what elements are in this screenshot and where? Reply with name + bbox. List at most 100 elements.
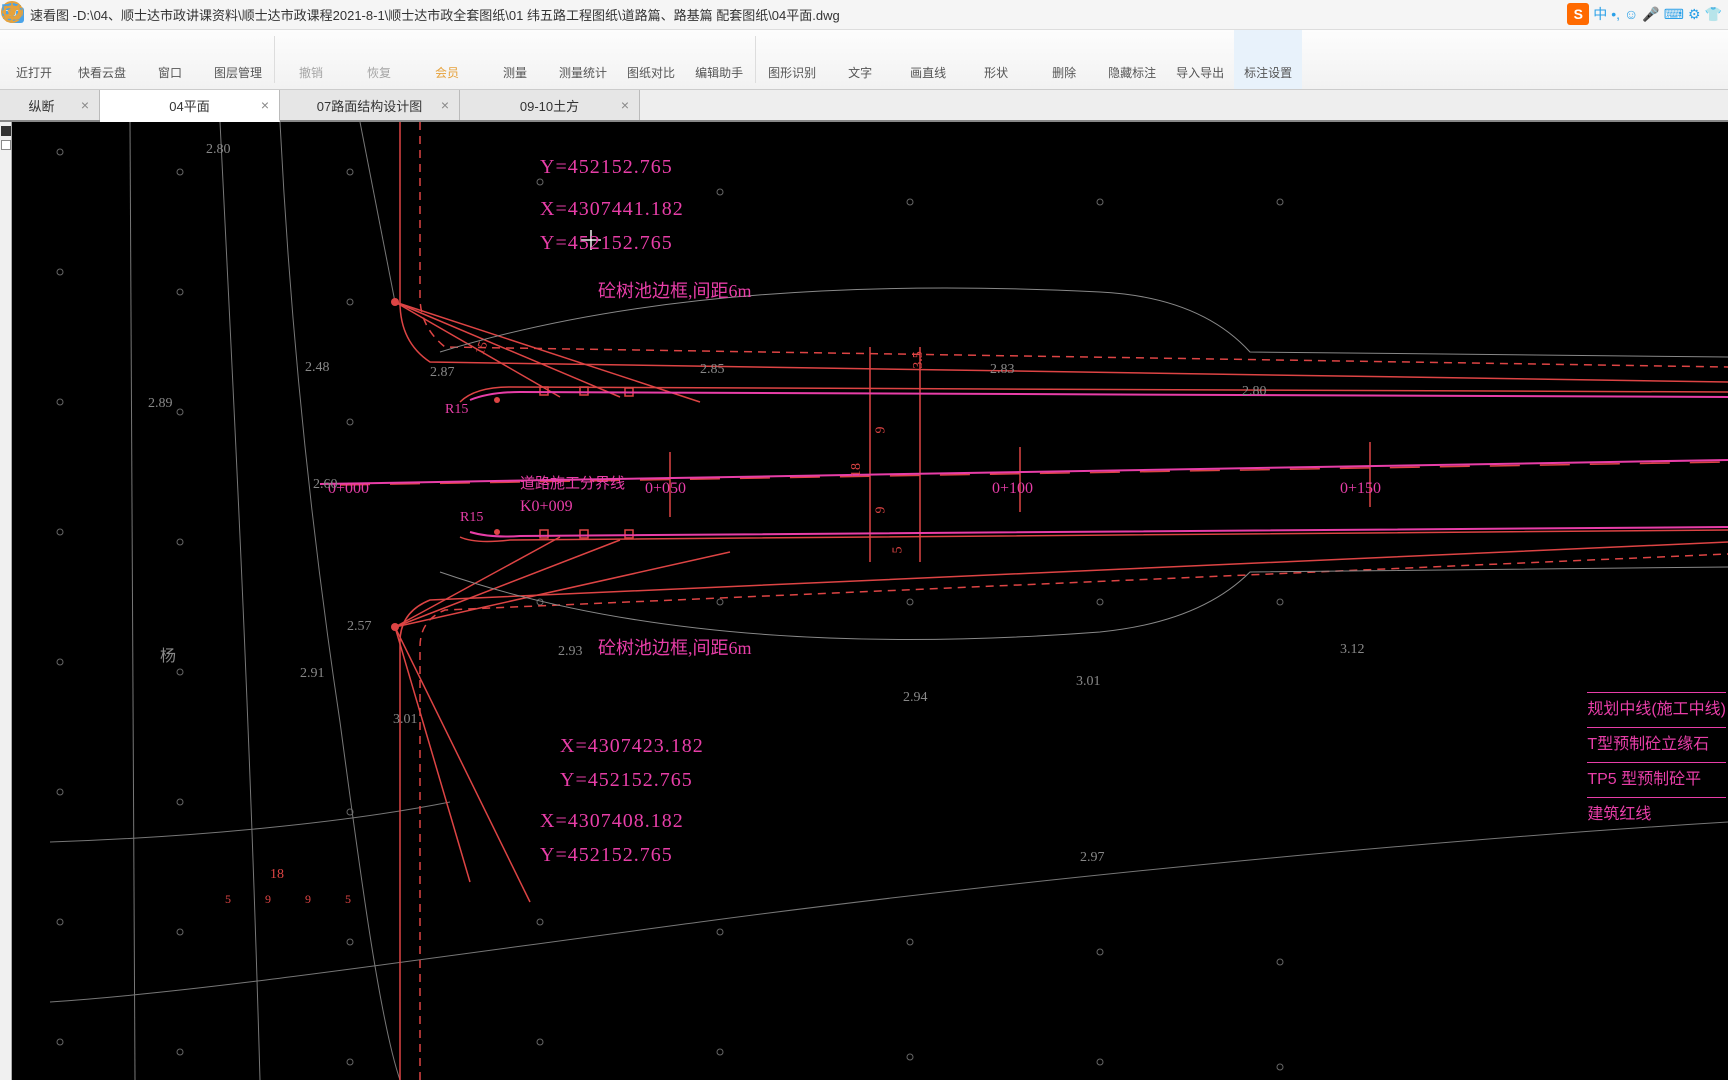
settings-button[interactable]: 标注设置 — [1234, 30, 1302, 89]
tool-icon[interactable] — [1, 126, 11, 136]
elev-label: 2.48 — [305, 360, 330, 376]
window-button[interactable]: 窗口 — [136, 30, 204, 89]
document-tabs: 纵断× 04平面× 07路面结构设计图× 09-10土方× — [0, 90, 1728, 122]
line-icon — [916, 38, 940, 62]
legend-box: 规划中线(施工中线) T型预制砼立缘石 TP5 型预制砼平 建筑红线 — [1587, 692, 1726, 832]
elev-label: 2.87 — [430, 365, 455, 381]
ime-mic-icon[interactable]: 🎤 — [1642, 6, 1659, 23]
legend-item: TP5 型预制砼平 — [1587, 762, 1726, 797]
dim-label: 9 — [874, 507, 890, 514]
close-icon[interactable]: × — [257, 97, 273, 113]
tab-07-pavement[interactable]: 07路面结构设计图× — [280, 90, 460, 120]
station-label: 0+100 — [992, 480, 1033, 498]
left-toolbar[interactable] — [0, 122, 12, 1080]
hide-button[interactable]: 隐藏标注 — [1098, 30, 1166, 89]
text-button[interactable]: T文字 — [826, 30, 894, 89]
clock-icon — [22, 38, 46, 62]
elev-label: 3.01 — [1076, 674, 1101, 690]
legend-item: T型预制砼立缘石 — [1587, 727, 1726, 762]
gear-icon — [1256, 38, 1280, 62]
ime-logo-icon[interactable]: S — [1567, 3, 1589, 25]
ime-settings-icon[interactable]: ⚙ — [1688, 6, 1701, 23]
elev-label: 2.94 — [903, 690, 928, 706]
stats-icon — [571, 38, 595, 62]
dim-label: 9 — [305, 892, 311, 907]
shape-icon — [984, 38, 1008, 62]
elev-label: 2.93 — [558, 644, 583, 660]
elev-label: 2.80 — [1242, 384, 1267, 400]
ime-shirt-icon[interactable]: 👕 — [1705, 6, 1722, 23]
coord-label: Y=452152.765 — [560, 769, 693, 792]
legend-item: 规划中线(施工中线) — [1587, 692, 1726, 727]
ruler-icon — [503, 38, 527, 62]
ime-dots-icon[interactable]: •, — [1611, 6, 1620, 22]
separator — [274, 36, 275, 83]
delete-button[interactable]: 删除 — [1030, 30, 1098, 89]
layers-icon — [226, 38, 250, 62]
titlebar: 速看图 - D:\04、顺士达市政讲课资料\顺士达市政课程2021-8-1\顺士… — [0, 0, 1728, 30]
measure-stats-button[interactable]: 测量统计 — [549, 30, 617, 89]
legend-item: 建筑红线 — [1587, 797, 1726, 832]
line-button[interactable]: 画直线 — [894, 30, 962, 89]
coord-label: X=4307441.182 — [540, 198, 684, 221]
annotation-tree-bot: 砼树池边框,间距6m — [598, 634, 752, 660]
cad-icon: CAD — [707, 38, 731, 62]
shape-button[interactable]: 形状 — [962, 30, 1030, 89]
window-icon — [158, 38, 182, 62]
station-label: 0+050 — [645, 480, 686, 498]
recent-button[interactable]: 近打开 — [0, 30, 68, 89]
annotation-tree-top: 砼树池边框,间距6m — [598, 277, 752, 303]
r15-label: R15 — [460, 510, 483, 526]
dim-label: 9 — [874, 427, 890, 434]
eye-off-icon — [1120, 38, 1144, 62]
dim-label: 5 — [225, 892, 231, 907]
elev-label: 2.60 — [313, 477, 338, 493]
import-icon — [1188, 38, 1212, 62]
helper-button[interactable]: CAD编辑助手 — [685, 30, 753, 89]
title-prefix: 速看图 - — [30, 5, 77, 24]
compare-button[interactable]: 图纸对比 — [617, 30, 685, 89]
close-icon[interactable]: × — [437, 97, 453, 113]
elev-label: 2.89 — [148, 396, 173, 412]
measure-button[interactable]: 测量 — [481, 30, 549, 89]
tool-icon[interactable] — [1, 140, 11, 150]
elev-label: 2.57 — [347, 619, 372, 635]
close-icon[interactable]: × — [77, 97, 93, 113]
station-label: 0+150 — [1340, 480, 1381, 498]
annotation-k0: K0+009 — [520, 498, 573, 516]
layer-button[interactable]: 图层管理 — [204, 30, 272, 89]
coord-label: Y=452152.765 — [540, 844, 673, 867]
coord-label: X=4307423.182 — [560, 735, 704, 758]
redo-button[interactable]: 恢复 — [345, 30, 413, 89]
close-icon[interactable]: × — [617, 97, 633, 113]
dim-label: 9 — [265, 892, 271, 907]
recognize-button[interactable]: 图形识别 — [758, 30, 826, 89]
import-button[interactable]: 导入导出 — [1166, 30, 1234, 89]
dim-label: 3.5 — [911, 351, 927, 369]
ime-lang[interactable]: 中 — [1593, 4, 1607, 24]
annotation-divide: 道路施工分界线 — [520, 472, 625, 493]
tab-04-plan[interactable]: 04平面× — [100, 90, 280, 122]
r15-label: R15 — [445, 402, 468, 418]
elev-label: 2.97 — [1080, 850, 1105, 866]
ime-keyboard-icon[interactable]: ⌨ — [1664, 6, 1684, 23]
cloud-button[interactable]: 快看云盘 — [68, 30, 136, 89]
tab-zongduan[interactable]: 纵断× — [0, 90, 100, 120]
undo-button[interactable]: 撤销 — [277, 30, 345, 89]
separator — [755, 36, 756, 83]
recognize-icon — [780, 38, 804, 62]
drawing-svg — [0, 122, 1728, 1080]
compare-icon — [639, 38, 663, 62]
text-icon: T — [848, 38, 872, 62]
undo-icon — [299, 38, 323, 62]
eraser-icon — [1052, 38, 1076, 62]
cad-viewport[interactable]: Y=452152.765 X=4307441.182 Y=452152.765 … — [0, 122, 1728, 1080]
dim-label: 18 — [270, 867, 284, 883]
tab-09-10-earth[interactable]: 09-10土方× — [460, 90, 640, 120]
vip-icon: VIP — [435, 38, 459, 62]
coord-label: Y=452152.765 — [540, 232, 673, 255]
coord-label: Y=452152.765 — [540, 156, 673, 179]
vip-button[interactable]: VIP会员 — [413, 30, 481, 89]
elev-label: 2.91 — [300, 666, 325, 682]
ime-smile-icon[interactable]: ☺ — [1624, 6, 1638, 22]
